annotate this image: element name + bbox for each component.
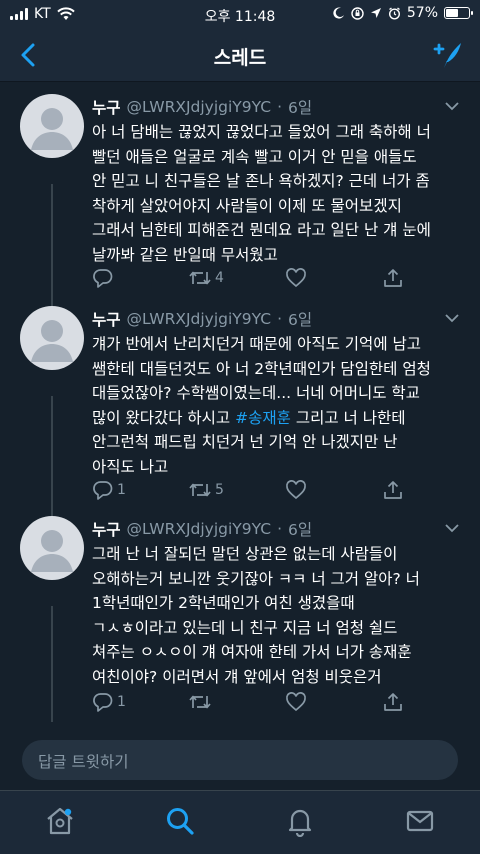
chevron-down-icon[interactable] xyxy=(444,312,460,324)
display-name[interactable]: 누구 xyxy=(92,96,121,118)
tweet-header: 누구 @LWRXJdjyjgiY9YC · 6일 xyxy=(92,518,312,540)
retweet-count: 4 xyxy=(215,270,224,286)
orientation-lock-icon xyxy=(351,6,364,20)
status-right: 57% xyxy=(333,5,473,21)
tweet-actions: 1 5 xyxy=(92,479,422,503)
location-icon xyxy=(370,8,381,18)
separator-dot: · xyxy=(277,310,283,328)
tweet-actions: 4 xyxy=(92,267,422,291)
compose-icon[interactable] xyxy=(430,38,464,72)
status-bar: KT 오후 11:48 57% xyxy=(0,0,480,28)
alarm-icon xyxy=(388,6,400,20)
tab-bar xyxy=(0,790,480,854)
separator-dot: · xyxy=(277,520,283,538)
default-avatar-icon xyxy=(31,530,73,572)
retweet-count: 5 xyxy=(215,482,224,498)
chevron-down-icon[interactable] xyxy=(444,100,460,112)
reply-placeholder: 답글 트윗하기 xyxy=(38,753,129,771)
moon-icon xyxy=(333,7,344,19)
chevron-down-icon[interactable] xyxy=(444,522,460,534)
default-avatar-icon xyxy=(31,320,73,362)
navigation-bar: 스레드 xyxy=(0,28,480,82)
share-button[interactable] xyxy=(382,267,404,289)
retweet-button[interactable]: 5 xyxy=(188,479,224,501)
timestamp: 6일 xyxy=(288,99,313,117)
thread-line xyxy=(51,184,53,310)
timestamp: 6일 xyxy=(288,311,313,329)
reply-icon xyxy=(93,693,113,712)
avatar[interactable] xyxy=(20,94,84,158)
tweet-text: 걔가 반에서 난리치던거 때문에 아직도 기억에 남고 쌤한테 대들던것도 아 … xyxy=(92,332,467,479)
reply-button[interactable]: 1 xyxy=(92,479,126,501)
reply-button[interactable] xyxy=(92,267,117,289)
display-name[interactable]: 누구 xyxy=(92,308,121,330)
separator-dot: · xyxy=(277,98,283,116)
reply-icon xyxy=(93,269,113,288)
like-icon xyxy=(286,268,306,288)
retweet-icon xyxy=(189,483,211,497)
tweet-header: 누구 @LWRXJdjyjgiY9YC · 6일 xyxy=(92,308,312,330)
tweet-text: 그래 난 너 잘되던 말던 상관은 없는데 사람들이 오해하는거 보니깐 웃기잖… xyxy=(92,545,420,686)
retweet-icon xyxy=(189,695,211,709)
battery-icon xyxy=(444,7,473,19)
messages-icon[interactable] xyxy=(404,805,436,837)
reply-input[interactable]: 답글 트윗하기 xyxy=(22,740,458,780)
timestamp: 6일 xyxy=(288,521,313,539)
like-button[interactable] xyxy=(285,691,307,713)
like-icon xyxy=(286,480,306,500)
share-icon xyxy=(384,693,402,711)
like-button[interactable] xyxy=(285,267,307,289)
thread-line xyxy=(51,396,53,518)
reply-count: 1 xyxy=(117,482,126,498)
home-icon[interactable] xyxy=(44,805,76,837)
tweet-header: 누구 @LWRXJdjyjgiY9YC · 6일 xyxy=(92,96,312,118)
like-icon xyxy=(286,692,306,712)
handle[interactable]: @LWRXJdjyjgiY9YC xyxy=(127,520,272,538)
tweet-text: 아 너 담배는 끊었지 끊었다고 들었어 그래 축하해 너 빨던 애들은 얼굴로… xyxy=(92,123,431,264)
share-button[interactable] xyxy=(382,479,404,501)
avatar[interactable] xyxy=(20,516,84,580)
retweet-button[interactable]: 4 xyxy=(188,267,224,289)
battery-percent: 57% xyxy=(406,5,438,21)
default-avatar-icon xyxy=(31,108,73,150)
like-button[interactable] xyxy=(285,479,307,501)
share-icon xyxy=(384,269,402,287)
notifications-icon[interactable] xyxy=(284,805,316,837)
retweet-button[interactable] xyxy=(188,691,215,713)
avatar[interactable] xyxy=(20,306,84,370)
reply-count: 1 xyxy=(117,694,126,710)
reply-icon xyxy=(93,481,113,500)
handle[interactable]: @LWRXJdjyjgiY9YC xyxy=(127,310,272,328)
handle[interactable]: @LWRXJdjyjgiY9YC xyxy=(127,98,272,116)
page-title: 스레드 xyxy=(213,47,267,69)
reply-button[interactable]: 1 xyxy=(92,691,126,713)
hashtag-link[interactable]: #송재훈 xyxy=(235,409,291,427)
search-icon[interactable] xyxy=(164,805,196,837)
tweet-actions: 1 xyxy=(92,691,422,715)
share-button[interactable] xyxy=(382,691,404,713)
share-icon xyxy=(384,481,402,499)
retweet-icon xyxy=(189,271,211,285)
display-name[interactable]: 누구 xyxy=(92,518,121,540)
battery-fill xyxy=(446,9,458,17)
thread-line xyxy=(51,606,53,722)
